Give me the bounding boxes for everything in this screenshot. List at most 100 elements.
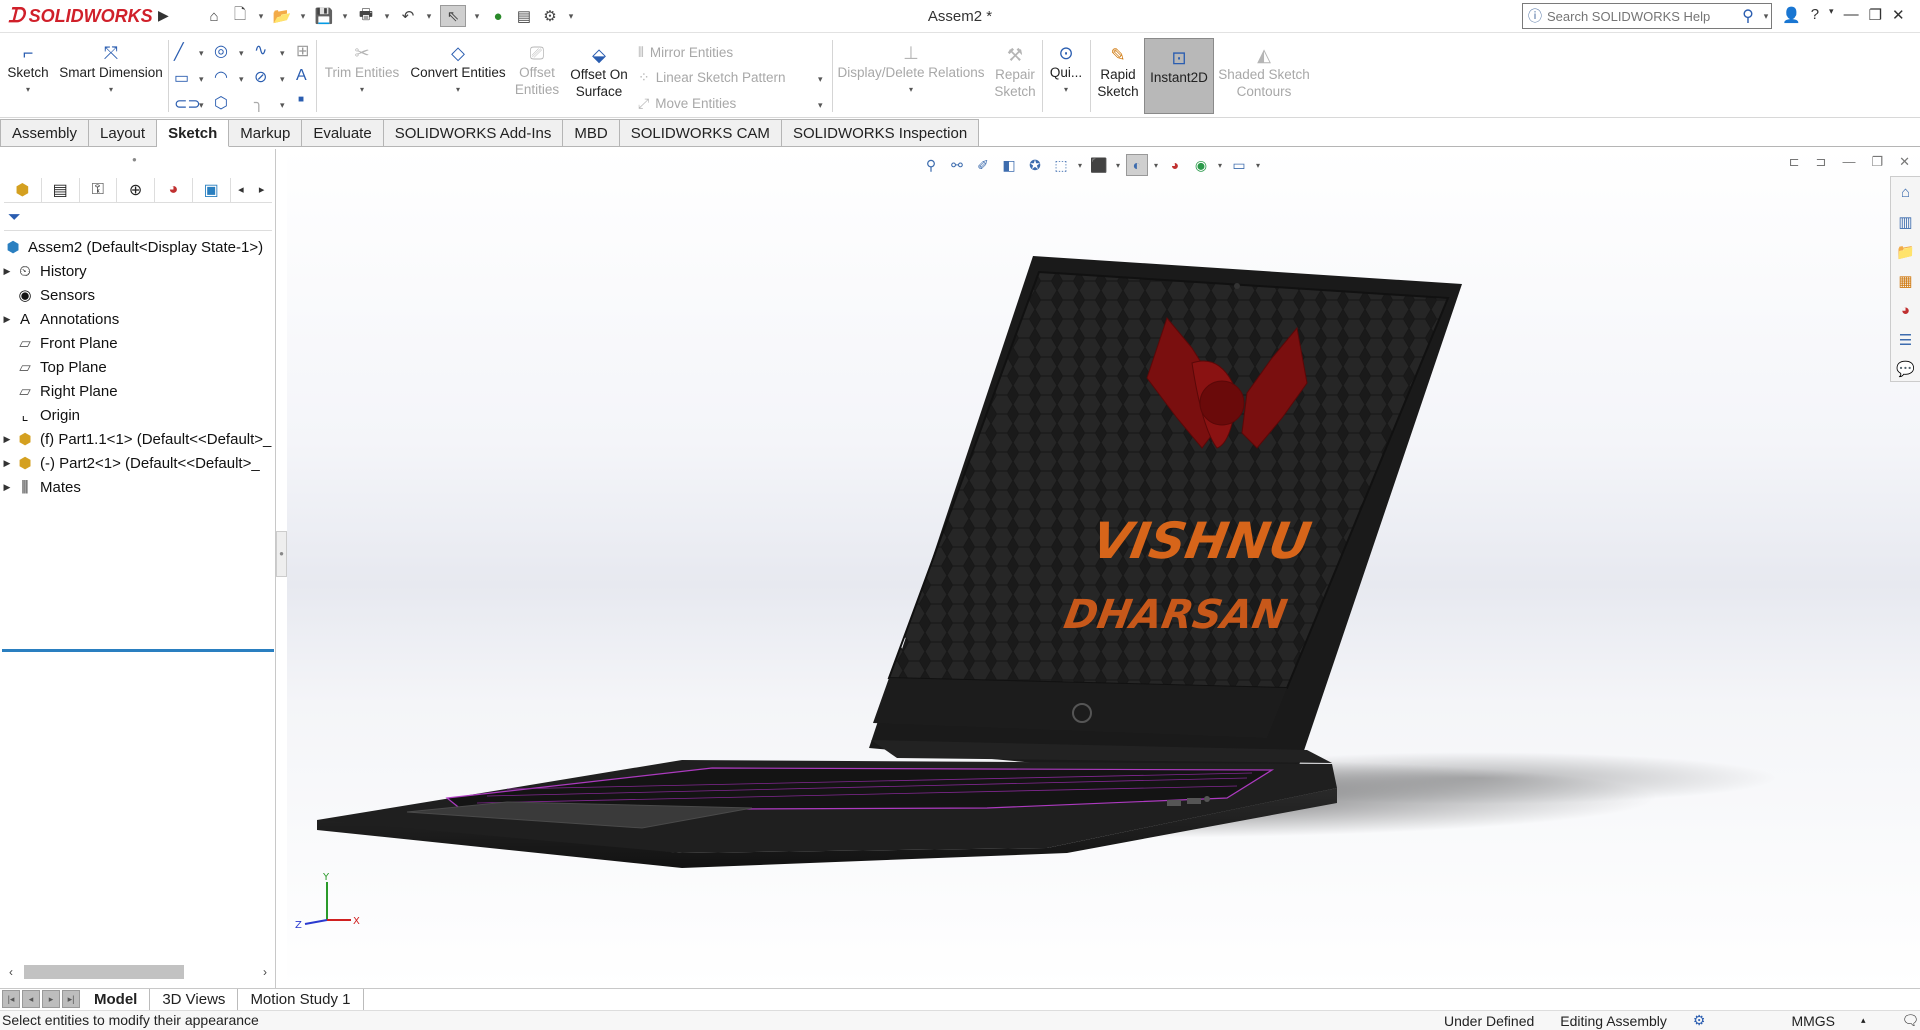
prev-tab-icon[interactable]: ◂ — [22, 989, 40, 1008]
units-dropdown-icon[interactable]: ▴ — [1861, 1015, 1866, 1026]
dynamic-annotation-icon[interactable]: ✪ — [1024, 154, 1046, 176]
close-icon[interactable]: ✕ — [1892, 6, 1905, 24]
tab-solidworks-inspection[interactable]: SOLIDWORKS Inspection — [781, 119, 980, 147]
save-icon[interactable]: 💾 — [314, 5, 334, 27]
hide-show-items-icon[interactable]: ◐ — [1126, 154, 1148, 176]
bottom-tab-3d-views[interactable]: 3D Views — [150, 988, 239, 1011]
zoom-to-fit-icon[interactable]: ⚲ — [920, 154, 942, 176]
cam-manager-icon[interactable]: ▣ — [193, 177, 231, 202]
expand-arrow-icon[interactable]: ▶ — [0, 266, 14, 277]
tree-item[interactable]: ▶ ⏲ History — [0, 259, 276, 283]
rebuild-icon[interactable]: ⚙ — [1693, 1012, 1706, 1029]
tab-solidworks-add-ins[interactable]: SOLIDWORKS Add-Ins — [383, 119, 564, 147]
minimize-icon[interactable]: — — [1844, 6, 1859, 24]
spline-icon[interactable]: ∿ — [254, 40, 267, 60]
tree-item[interactable]: ▶ ⫼ Mates — [0, 475, 276, 499]
appearances-icon[interactable]: ◕ — [1894, 299, 1918, 322]
forum-icon[interactable]: 💬 — [1894, 358, 1918, 381]
viewport-minimize-icon[interactable]: — — [1842, 154, 1855, 170]
viewport-close-icon[interactable]: ✕ — [1899, 154, 1910, 170]
unit-system[interactable]: MMGS — [1791, 1013, 1835, 1029]
select-icon[interactable]: ⇖ — [440, 5, 466, 27]
text-icon[interactable]: A — [296, 67, 307, 85]
dimxpert-manager-icon[interactable]: ⊕ — [117, 177, 155, 202]
tree-root[interactable]: ⬢ Assem2 (Default<Display State-1>) — [0, 235, 276, 259]
offset-on-surface-button[interactable]: ⬙ Offset On Surface — [564, 44, 634, 100]
quick-snaps-button[interactable]: ⊙ Qui... ▾ — [1046, 42, 1086, 98]
point-icon[interactable]: ■ — [298, 94, 304, 105]
linear-sketch-pattern-button[interactable]: ⁘ Linear Sketch Pattern — [638, 69, 786, 86]
new-document-icon[interactable]: 🗋 — [230, 5, 250, 27]
feature-manager-icon[interactable]: ⬢ — [4, 177, 42, 202]
scroll-right-arrow-icon[interactable]: › — [256, 965, 274, 979]
tooltip-icon[interactable]: 🗨 — [1902, 1012, 1920, 1029]
open-dropdown-icon[interactable]: ▾ — [298, 5, 308, 27]
rectangle-dropdown-icon[interactable]: ▾ — [199, 74, 204, 85]
scene-dropdown-icon[interactable]: ▾ — [1216, 154, 1224, 176]
expand-arrow-icon[interactable]: ▶ — [0, 314, 14, 325]
traffic-light-icon[interactable]: ● — [488, 5, 508, 27]
viewport-tile-left-icon[interactable]: ⊏ — [1789, 154, 1800, 170]
property-manager-icon[interactable]: ▤ — [42, 177, 80, 202]
zoom-to-area-icon[interactable]: ⚯ — [946, 154, 968, 176]
scroll-left-icon[interactable]: ◂ — [231, 178, 252, 202]
print-icon[interactable]: 🖶 — [356, 5, 376, 27]
tab-solidworks-cam[interactable]: SOLIDWORKS CAM — [619, 119, 782, 147]
arc-icon[interactable]: ◠ — [214, 67, 228, 87]
design-library-icon[interactable]: ▥ — [1894, 210, 1918, 233]
expand-arrow-icon[interactable]: ▶ — [0, 458, 14, 469]
tab-markup[interactable]: Markup — [229, 119, 303, 147]
slot-dropdown-icon[interactable]: ▾ — [199, 100, 204, 111]
user-icon[interactable]: 👤 — [1782, 6, 1801, 24]
menu-expand-icon[interactable]: ▶ — [158, 7, 169, 24]
tree-item[interactable]: ⌞ Origin — [0, 403, 276, 427]
open-icon[interactable]: 📂 — [272, 5, 292, 27]
display-manager-icon[interactable]: ◕ — [155, 177, 193, 202]
line-icon[interactable]: ╱ — [174, 42, 184, 62]
search-input[interactable] — [1547, 8, 1735, 24]
sketch-button[interactable]: ⌐ Sketch ▾ — [6, 42, 50, 98]
bottom-tab-model[interactable]: Model — [82, 988, 151, 1011]
scroll-thumb[interactable] — [24, 965, 184, 979]
tree-item[interactable]: ▶ A Annotations — [0, 307, 276, 331]
tab-sketch[interactable]: Sketch — [157, 119, 230, 147]
display-style-icon[interactable]: ⬛ — [1088, 154, 1110, 176]
tree-item[interactable]: ▱ Front Plane — [0, 331, 276, 355]
repair-sketch-button[interactable]: ⚒ Repair Sketch — [990, 44, 1040, 100]
restore-icon[interactable]: ❐ — [1869, 6, 1882, 24]
filter-icon[interactable]: ⏷ — [4, 205, 272, 231]
help-search-box[interactable]: ⓘ ⚲ ▾ — [1522, 3, 1772, 29]
tree-item[interactable]: ▱ Right Plane — [0, 379, 276, 403]
search-dropdown-icon[interactable]: ▾ — [1761, 5, 1771, 27]
solidworks-resources-icon[interactable]: ⌂ — [1894, 181, 1918, 204]
bottom-tab-motion-study-1[interactable]: Motion Study 1 — [238, 988, 364, 1011]
grid-icon[interactable]: ⊞ — [296, 41, 309, 61]
print-dropdown-icon[interactable]: ▾ — [382, 5, 392, 27]
fillet-icon[interactable]: ╮ — [254, 93, 264, 113]
help-dropdown-icon[interactable]: ▾ — [1829, 6, 1834, 24]
tab-mbd[interactable]: MBD — [563, 119, 620, 147]
slot-icon[interactable]: ⊂⊃ — [174, 94, 201, 114]
pattern-dropdown-icon[interactable]: ▾ — [818, 74, 823, 85]
save-dropdown-icon[interactable]: ▾ — [340, 5, 350, 27]
smart-dimension-button[interactable]: ⤧ Smart Dimension ▾ — [56, 42, 166, 98]
shaded-sketch-contours-button[interactable]: ◭ Shaded Sketch Contours — [1218, 44, 1310, 100]
search-icon[interactable]: ⚲ — [1735, 6, 1761, 26]
tree-item[interactable]: ▶ ⬢ (f) Part1.1<1> (Default<<Default>_ — [0, 427, 276, 451]
ellipse-icon[interactable]: ⊘ — [254, 67, 267, 87]
arc-dropdown-icon[interactable]: ▾ — [239, 74, 244, 85]
view-settings-icon[interactable]: ▭ — [1228, 154, 1250, 176]
display-style-dropdown-icon[interactable]: ▾ — [1114, 154, 1122, 176]
view-palette-icon[interactable]: ▦ — [1894, 269, 1918, 292]
tree-item[interactable]: ▶ ⬢ (-) Part2<1> (Default<<Default>_ — [0, 451, 276, 475]
instant2d-button[interactable]: ⊡ Instant2D — [1144, 38, 1214, 114]
spline-dropdown-icon[interactable]: ▾ — [280, 48, 285, 59]
ellipse-dropdown-icon[interactable]: ▾ — [280, 74, 285, 85]
first-tab-icon[interactable]: |◂ — [2, 989, 20, 1008]
circle-dropdown-icon[interactable]: ▾ — [239, 48, 244, 59]
home-icon[interactable]: ⌂ — [204, 5, 224, 27]
offset-entities-button[interactable]: ⎚ Offset Entities — [512, 42, 562, 98]
scroll-left-arrow-icon[interactable]: ‹ — [2, 965, 20, 979]
hide-show-dropdown-icon[interactable]: ▾ — [1152, 154, 1160, 176]
viewport-restore-icon[interactable]: ❐ — [1871, 154, 1883, 170]
